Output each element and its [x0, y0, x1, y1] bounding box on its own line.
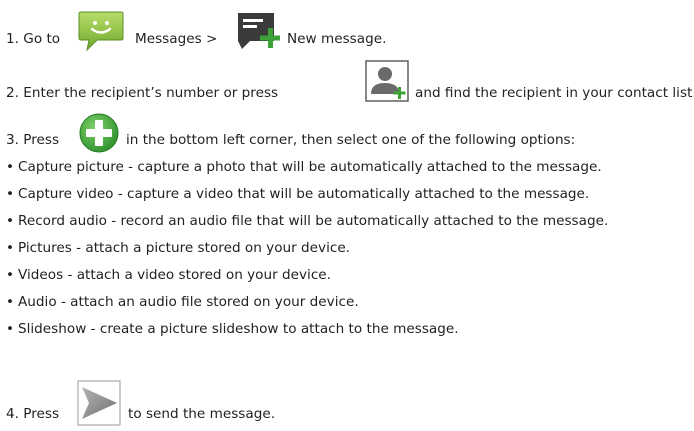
step-3-text-b: in the bottom left corner, then select o… — [126, 132, 576, 148]
step-4-line: 4. Press — [6, 405, 59, 423]
bullet: • — [6, 186, 15, 202]
step-4-text-b: to send the message. — [128, 406, 276, 422]
step-2-text-b: and find the recipient in your contact l… — [415, 85, 694, 101]
new-message-icon — [236, 11, 284, 55]
list-item: • Capture picture - capture a photo that … — [6, 158, 602, 176]
send-icon — [77, 380, 121, 430]
option-slideshow: Slideshow - create a picture slideshow t… — [18, 321, 459, 337]
step-3-text-a: 3. Press — [6, 132, 60, 148]
option-pictures: Pictures - attach a picture stored on yo… — [18, 240, 351, 256]
step-1-text-a: 1. Go to — [6, 31, 61, 47]
step-3-line-b: in the bottom left corner, then select o… — [126, 131, 575, 149]
list-item: • Capture video - capture a video that wi… — [6, 185, 589, 203]
step-2-line-b: and find the recipient in your contact l… — [415, 84, 694, 102]
step-4-line-b: to send the message. — [128, 405, 275, 423]
step-3-line: 3. Press — [6, 131, 59, 149]
option-capture-video: Capture video - capture a video that wil… — [18, 186, 590, 202]
option-audio: Audio - attach an audio file stored on y… — [18, 294, 359, 310]
step-2-text-a: 2. Enter the recipient’s number or press — [6, 85, 279, 101]
list-item: • Videos - attach a video stored on your … — [6, 266, 331, 284]
messages-menu-label: Messages > — [135, 31, 218, 47]
list-item: • Pictures - attach a picture stored on y… — [6, 239, 350, 257]
option-capture-picture: Capture picture - capture a photo that w… — [18, 159, 602, 175]
messages-app-icon — [77, 8, 125, 58]
bullet: • — [6, 213, 15, 229]
step-1-new-message-label: New message. — [287, 30, 386, 48]
bullet: • — [6, 321, 15, 337]
list-item: • Slideshow - create a picture slideshow … — [6, 320, 459, 338]
step-1-messages-label: Messages > — [135, 30, 217, 48]
bullet: • — [6, 267, 15, 283]
attach-plus-icon — [78, 112, 120, 158]
option-record-audio: Record audio - record an audio file that… — [18, 213, 609, 229]
add-contact-icon — [365, 60, 409, 106]
bullet: • — [6, 294, 15, 310]
option-videos: Videos - attach a video stored on your d… — [18, 267, 331, 283]
step-1-line: 1. Go to — [6, 30, 60, 48]
list-item: • Audio - attach an audio file stored on … — [6, 293, 359, 311]
step-4-text-a: 4. Press — [6, 406, 60, 422]
bullet: • — [6, 240, 15, 256]
step-2-line: 2. Enter the recipient’s number or press — [6, 84, 278, 102]
new-message-label: New message. — [287, 31, 387, 47]
list-item: • Record audio - record an audio file tha… — [6, 212, 608, 230]
bullet: • — [6, 159, 15, 175]
